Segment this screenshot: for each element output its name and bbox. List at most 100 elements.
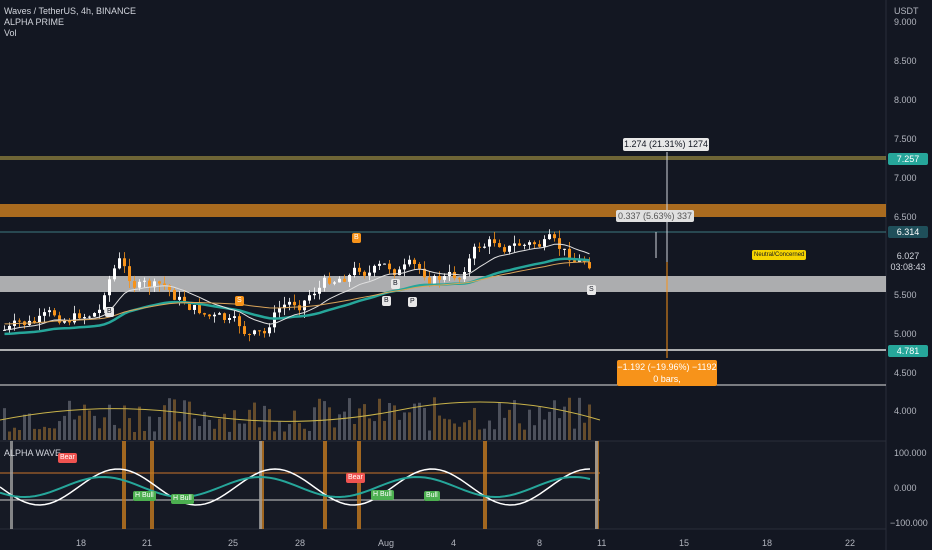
candle-body [248,334,251,336]
volume-bar [178,421,181,440]
indicator-alpha-prime[interactable]: ALPHA PRIME [4,17,64,28]
volume-bar [373,421,376,440]
volume-bar [388,402,391,440]
volume-bar [43,426,46,440]
volume-bar [13,427,16,440]
osc-tick: 100.000 [894,448,927,458]
candle-body [408,259,411,265]
volume-bar [503,417,506,440]
price-tick: 7.000 [894,173,917,183]
volume-bar [53,428,56,440]
volume-bar [183,400,186,440]
candle-body [433,276,436,284]
volume-bar [468,420,471,440]
volume-bar [443,418,446,440]
volume-bar [58,421,61,440]
volume-bar [553,400,556,440]
osc-bear-label[interactable]: Bear [58,453,77,463]
volume-bar [568,397,571,440]
candle-body [478,246,481,248]
osc-highlight-bar [357,441,361,529]
neutral-concerned-label[interactable]: Neutral/Concerned [752,250,807,260]
candle-body [333,282,336,284]
candle-body [203,313,206,315]
candle-body [198,304,201,314]
time-tick: Aug [378,538,395,548]
time-tick: 25 [228,538,239,548]
candle-body [308,295,311,301]
volume-bar [588,404,591,440]
volume-bar [233,410,236,440]
volume-bar [303,428,306,440]
countdown-timer: 03:08:43 [888,261,928,273]
candle-body [483,246,486,248]
osc-bull-label[interactable]: Bull [424,491,440,501]
candle-body [158,281,161,284]
measure-mid-label[interactable]: 0.337 (5.63%) 337 [616,210,694,222]
volume-bar [38,429,41,440]
candle-body [488,239,491,247]
volume-bar [198,426,201,440]
candle-body [303,300,306,311]
volume-bar [173,399,176,440]
sell-signal-label[interactable]: S [587,285,596,295]
chart-canvas[interactable] [0,0,932,550]
candle-body [348,275,351,282]
volume-bar [153,431,156,440]
buy-signal-label[interactable]: B [391,279,400,289]
measure-up-label[interactable]: 1.274 (21.31%) 1274 [623,138,709,151]
candle-body [253,330,256,335]
osc-hbull-label[interactable]: H Bull [133,491,156,501]
candle-body [223,313,226,320]
oscillator-pane-bg [0,441,886,529]
osc-hbull-label[interactable]: H Bull [371,490,394,500]
measure-down-label[interactable]: −1.192 (−19.96%) −1192 0 bars, [617,360,717,386]
candle-body [498,243,501,248]
volume-bar [448,419,451,440]
price-tick: 7.500 [894,134,917,144]
buy-signal-label[interactable]: B [352,233,361,243]
volume-bar [93,415,96,440]
time-tick: 15 [679,538,690,548]
candle-body [278,308,281,313]
candle-body [273,312,276,328]
candle-body [118,258,121,269]
candle-body [413,259,416,264]
volume-bar [33,428,36,440]
indicator-volume[interactable]: Vol [4,28,17,39]
candle-body [443,276,446,280]
volume-bar [498,402,501,440]
osc-bear-label[interactable]: Bear [346,473,365,483]
volume-bar [353,423,356,440]
indicator-alpha-wave[interactable]: ALPHA WAVE [4,448,61,459]
volume-bar [18,430,21,440]
volume-bar [318,398,321,440]
support-price-tag: 4.781 [888,345,928,357]
volume-bar [188,401,191,440]
osc-marker-bar [259,441,262,529]
volume-bar [88,410,91,440]
volume-bar [128,418,131,440]
volume-bar [123,405,126,440]
candle-body [463,272,466,280]
volume-bar [528,409,531,440]
buy-signal-label[interactable]: B [382,296,391,306]
candle-body [363,271,366,276]
profit-signal-label[interactable]: P [408,297,417,307]
candle-body [513,243,516,246]
candle-body [133,281,136,288]
sell-signal-label[interactable]: S [235,296,244,306]
osc-hbull-label[interactable]: H Bull [171,494,194,504]
buy-signal-label[interactable]: B [105,307,114,317]
candle-body [148,280,151,288]
symbol-title[interactable]: Waves / TetherUS, 4h, BINANCE [4,6,136,17]
price-tick: 8.500 [894,56,917,66]
volume-bar [383,420,386,440]
volume-bar [228,431,231,440]
candle-body [553,234,556,239]
volume-bar [473,407,476,440]
resistance-zone [0,204,886,217]
measure-down-line2: 0 bars, [653,374,681,384]
price-pane-bg [0,0,886,441]
volume-bar [278,421,281,440]
